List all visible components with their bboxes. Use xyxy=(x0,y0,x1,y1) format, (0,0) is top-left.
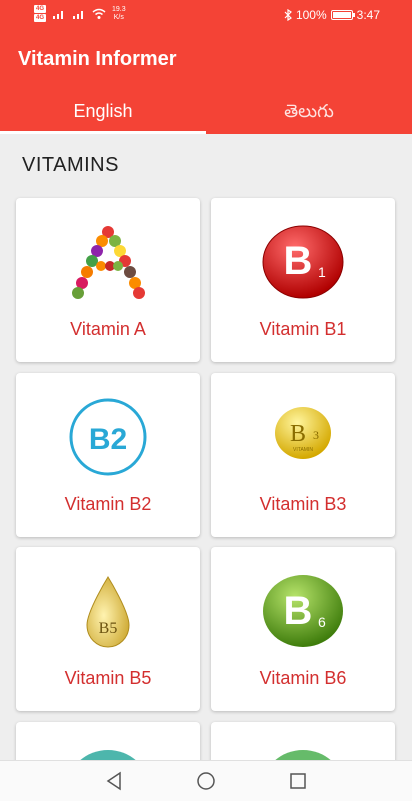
signal-icon-2 xyxy=(73,10,84,19)
badge-caption: VITAMIN xyxy=(293,447,313,453)
blue-b2-circle-icon: B2 xyxy=(69,398,147,476)
signal-icon xyxy=(53,10,64,19)
badge-letter: B xyxy=(284,239,313,283)
vitamin-card-b3[interactable]: B 3 VITAMIN Vitamin B3 xyxy=(211,373,395,537)
badge-sub: 6 xyxy=(318,614,326,630)
vitamin-card-b5[interactable]: B5 Vitamin B5 xyxy=(16,547,200,711)
wifi-icon xyxy=(92,8,106,19)
sim2-indicator: 4G xyxy=(34,14,47,22)
app-bar: Vitamin Informer English తెలుగు xyxy=(0,30,412,134)
vitamin-label: Vitamin B6 xyxy=(259,668,347,688)
tab-english[interactable]: English xyxy=(0,88,206,134)
net-speed-unit: K/s xyxy=(113,13,124,21)
badge-text: B2 xyxy=(89,423,127,456)
bluetooth-icon xyxy=(284,9,292,21)
vitamin-label: Vitamin B1 xyxy=(259,319,347,339)
vitamin-card-a[interactable]: Vitamin A xyxy=(16,198,200,362)
battery-percent: 100% xyxy=(295,8,327,22)
gold-b5-drop-icon: B5 xyxy=(86,576,130,648)
vitamin-card-b6[interactable]: B 6 Vitamin B6 xyxy=(211,547,395,711)
badge-text: B5 xyxy=(99,620,118,637)
badge-letter: B xyxy=(284,589,313,633)
vitamin-label: Vitamin A xyxy=(70,319,146,339)
app-title: Vitamin Informer xyxy=(18,48,177,70)
badge-letter: B xyxy=(290,421,306,447)
vitamin-card-b2[interactable]: B2 Vitamin B2 xyxy=(16,373,200,537)
battery-icon xyxy=(330,10,355,20)
section-title: VITAMINS xyxy=(22,154,119,176)
vitamin-card-b1[interactable]: B 1 Vitamin B1 xyxy=(211,198,395,362)
back-icon[interactable] xyxy=(102,769,126,793)
net-speed-value: 19.3 xyxy=(112,5,126,13)
status-bar: 4G 4G 19.3 K/s 100% 3:47 xyxy=(0,0,412,30)
home-icon[interactable] xyxy=(194,769,218,793)
recents-icon[interactable] xyxy=(286,769,310,793)
clock: 3:47 xyxy=(356,8,380,22)
vitamin-label: Vitamin B3 xyxy=(259,494,347,514)
badge-sub: 3 xyxy=(313,428,319,442)
red-b1-badge-icon: B 1 xyxy=(262,225,344,299)
tab-telugu[interactable]: తెలుగు xyxy=(206,88,412,134)
vitamin-label: Vitamin B5 xyxy=(64,668,152,688)
tab-bar: English తెలుగు xyxy=(0,88,412,134)
yellow-b3-capsule-icon: B 3 VITAMIN xyxy=(275,407,331,459)
system-nav-bar xyxy=(0,760,412,801)
sim1-indicator: 4G xyxy=(34,5,47,13)
green-b6-badge-icon: B 6 xyxy=(263,575,343,647)
badge-sub: 1 xyxy=(318,264,326,280)
vitamin-label: Vitamin B2 xyxy=(64,494,152,514)
fruit-letter-a-icon xyxy=(72,226,145,299)
